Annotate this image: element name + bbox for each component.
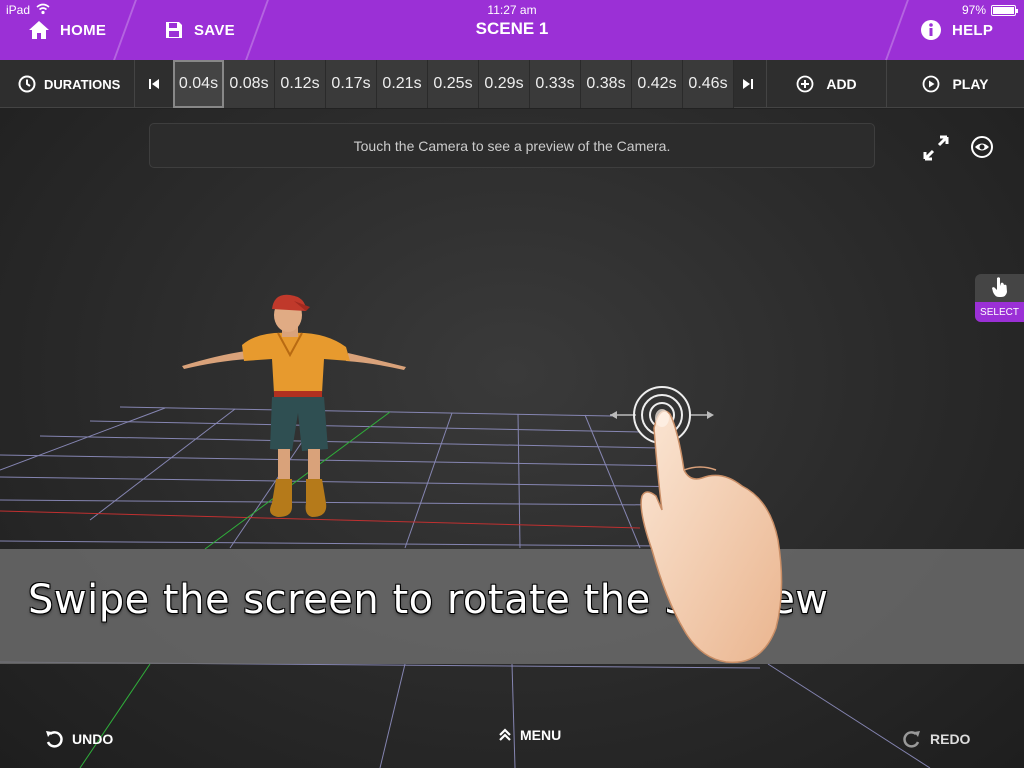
last-frame-button[interactable] [729, 60, 767, 108]
timeline-frame[interactable]: 0.04s [173, 60, 224, 108]
durations-button[interactable]: DURATIONS [0, 60, 135, 108]
undo-button[interactable]: UNDO [44, 722, 113, 756]
chevron-up-icon [499, 728, 511, 741]
pointer-hand-icon [991, 277, 1007, 297]
timeline-frame[interactable]: 0.46s [683, 60, 734, 108]
play-circle-icon [923, 75, 940, 93]
redo-icon [903, 731, 920, 748]
undo-label: UNDO [72, 731, 114, 747]
scene-title: SCENE 1 [475, 19, 549, 38]
battery-icon [991, 5, 1018, 16]
skip-forward-icon [742, 79, 753, 89]
timeline-frame[interactable]: 0.21s [377, 60, 428, 108]
frame-list: 0.04s 0.08s 0.12s 0.17s 0.21s 0.25s 0.29s 0.33s… [173, 60, 734, 108]
first-frame-button[interactable] [135, 60, 173, 108]
select-tool-button[interactable]: SELECT [975, 274, 1024, 322]
menu-button[interactable]: MENU [498, 718, 561, 752]
tutorial-banner: Swipe the screen to rotate the 3D view [0, 549, 1024, 664]
timeline-frame[interactable]: 0.12s [275, 60, 326, 108]
select-label: SELECT [975, 302, 1024, 322]
ground-grid [0, 406, 931, 768]
timeline-bar: DURATIONS 0.04s 0.08s 0.12s 0.17s 0.21s 0.25s… [0, 60, 1024, 108]
play-button[interactable]: PLAY [887, 60, 1024, 108]
play-label: PLAY [952, 76, 989, 92]
timeline-frame[interactable]: 0.17s [326, 60, 377, 108]
eye-icon[interactable] [970, 136, 994, 158]
clock-icon [18, 75, 36, 93]
timeline-frame[interactable]: 0.29s [479, 60, 530, 108]
3d-viewport[interactable]: Touch the Camera to see a preview of the… [0, 109, 1024, 768]
skip-back-icon [149, 79, 159, 89]
camera-hint-text: Touch the Camera to see a preview of the… [353, 137, 671, 154]
timeline-frame[interactable]: 0.38s [581, 60, 632, 108]
3d-character[interactable] [178, 289, 410, 534]
pointing-hand-icon [640, 409, 783, 664]
redo-label: REDO [930, 731, 971, 747]
help-button[interactable]: HELP [920, 14, 993, 46]
timeline-frame[interactable]: 0.25s [428, 60, 479, 108]
camera-hint-banner: Touch the Camera to see a preview of the… [149, 123, 875, 168]
help-label: HELP [952, 21, 994, 39]
add-label: ADD [826, 76, 857, 92]
status-bar: iPad 11:27 am 97% [0, 0, 1024, 20]
top-bar: iPad 11:27 am 97% HOME SAVE SCENE 1 HELP [0, 0, 1024, 60]
add-frame-button[interactable]: ADD [767, 60, 887, 108]
durations-label: DURATIONS [44, 76, 121, 92]
undo-icon [46, 731, 63, 748]
plus-circle-icon [796, 75, 814, 93]
timeline-frame[interactable]: 0.08s [224, 60, 275, 108]
timeline-frame[interactable]: 0.33s [530, 60, 581, 108]
status-time: 11:27 am [487, 3, 537, 17]
info-icon [921, 20, 941, 40]
timeline-frame[interactable]: 0.42s [632, 60, 683, 108]
menu-label: MENU [520, 727, 562, 743]
fullscreen-icon[interactable] [922, 134, 950, 162]
redo-button[interactable]: REDO [902, 722, 970, 756]
